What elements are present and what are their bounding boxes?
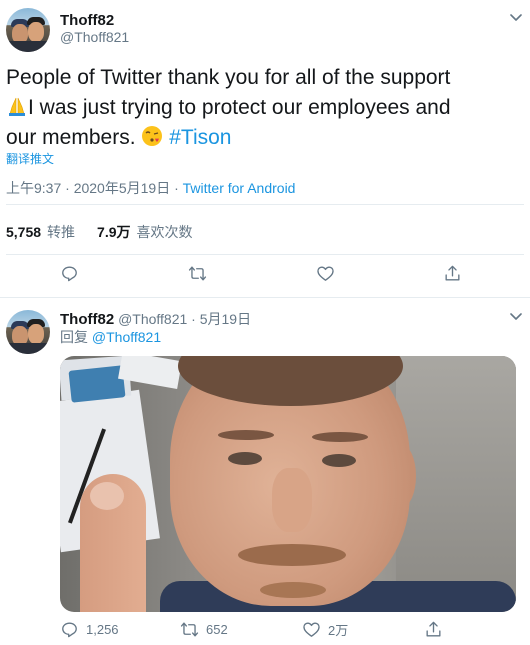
tweet-text-line3: our members. bbox=[6, 126, 142, 149]
tweet-stats: 5,758 转推 7.9万 喜欢次数 bbox=[6, 222, 193, 242]
retweet-button[interactable] bbox=[188, 264, 207, 283]
retweets-count: 5,758 bbox=[6, 224, 42, 240]
like-icon bbox=[303, 622, 320, 637]
main-tweet: Thoff82 @Thoff821 People of Twitter than… bbox=[0, 0, 530, 298]
tweet-text: People of Twitter thank you for all of t… bbox=[6, 63, 516, 153]
tweet-photo[interactable] bbox=[60, 356, 516, 612]
like-icon bbox=[317, 266, 334, 281]
share-icon bbox=[426, 621, 441, 637]
reply-actions: 1,256 652 2万 bbox=[0, 620, 530, 645]
author-avatar[interactable] bbox=[6, 8, 50, 52]
tweet-text-line2: I was just trying to protect our employe… bbox=[28, 96, 451, 119]
reply-icon bbox=[62, 266, 77, 282]
likes-count: 7.9万 bbox=[97, 224, 131, 240]
folded-hands-emoji-icon bbox=[9, 97, 25, 116]
divider bbox=[6, 204, 524, 205]
share-icon bbox=[445, 265, 460, 281]
reply-author-name[interactable]: Thoff82 bbox=[60, 311, 114, 328]
retweet-icon bbox=[180, 622, 199, 637]
replying-to-handle[interactable]: @Thoff821 bbox=[92, 329, 161, 345]
chevron-down-icon[interactable] bbox=[510, 14, 522, 22]
tweet-text-line1: People of Twitter thank you for all of t… bbox=[6, 66, 451, 89]
like-button[interactable] bbox=[316, 264, 335, 283]
tweet-actions bbox=[0, 264, 530, 290]
replying-to: 回复 @Thoff821 bbox=[60, 327, 161, 347]
likes-stat[interactable]: 7.9万 喜欢次数 bbox=[97, 224, 192, 240]
reply-date[interactable]: · 5月19日 bbox=[187, 311, 251, 327]
reply-replies-count: 1,256 bbox=[86, 622, 119, 637]
tweet-meta: 上午9:37 · 2020年5月19日 · Twitter for Androi… bbox=[6, 178, 295, 198]
reply-share-button[interactable] bbox=[424, 620, 443, 639]
tweet-separator bbox=[0, 297, 530, 298]
retweets-label: 转推 bbox=[47, 224, 76, 240]
reply-button[interactable] bbox=[60, 264, 79, 283]
tweet-timestamp[interactable]: 上午9:37 · 2020年5月19日 · bbox=[6, 180, 183, 196]
retweet-icon bbox=[188, 266, 207, 281]
divider bbox=[6, 254, 524, 255]
author-handle[interactable]: @Thoff821 bbox=[60, 29, 129, 45]
reply-retweet-button[interactable]: 652 bbox=[180, 620, 228, 639]
face-blowing-kiss-emoji-icon bbox=[142, 126, 163, 146]
reply-retweets-count: 652 bbox=[206, 622, 228, 637]
reply-likes-count: 2万 bbox=[328, 623, 349, 638]
reply-icon bbox=[62, 622, 77, 638]
reply-author-handle[interactable]: @Thoff821 bbox=[118, 311, 187, 327]
replying-to-label: 回复 bbox=[60, 329, 92, 345]
translate-tweet-link[interactable]: 翻译推文 bbox=[6, 150, 54, 167]
author-name[interactable]: Thoff82 bbox=[60, 12, 114, 29]
reply-author-avatar[interactable] bbox=[6, 310, 50, 354]
reply-reply-button[interactable]: 1,256 bbox=[60, 620, 119, 639]
reply-like-button[interactable]: 2万 bbox=[302, 620, 348, 639]
tweet-source-link[interactable]: Twitter for Android bbox=[183, 180, 296, 196]
chevron-down-icon[interactable] bbox=[510, 313, 522, 321]
hashtag-link[interactable]: #Tison bbox=[169, 126, 231, 149]
share-button[interactable] bbox=[443, 264, 462, 283]
likes-label: 喜欢次数 bbox=[136, 224, 193, 240]
reply-header: Thoff82 @Thoff821 · 5月19日 bbox=[60, 309, 251, 329]
retweets-stat[interactable]: 5,758 转推 bbox=[6, 224, 75, 240]
